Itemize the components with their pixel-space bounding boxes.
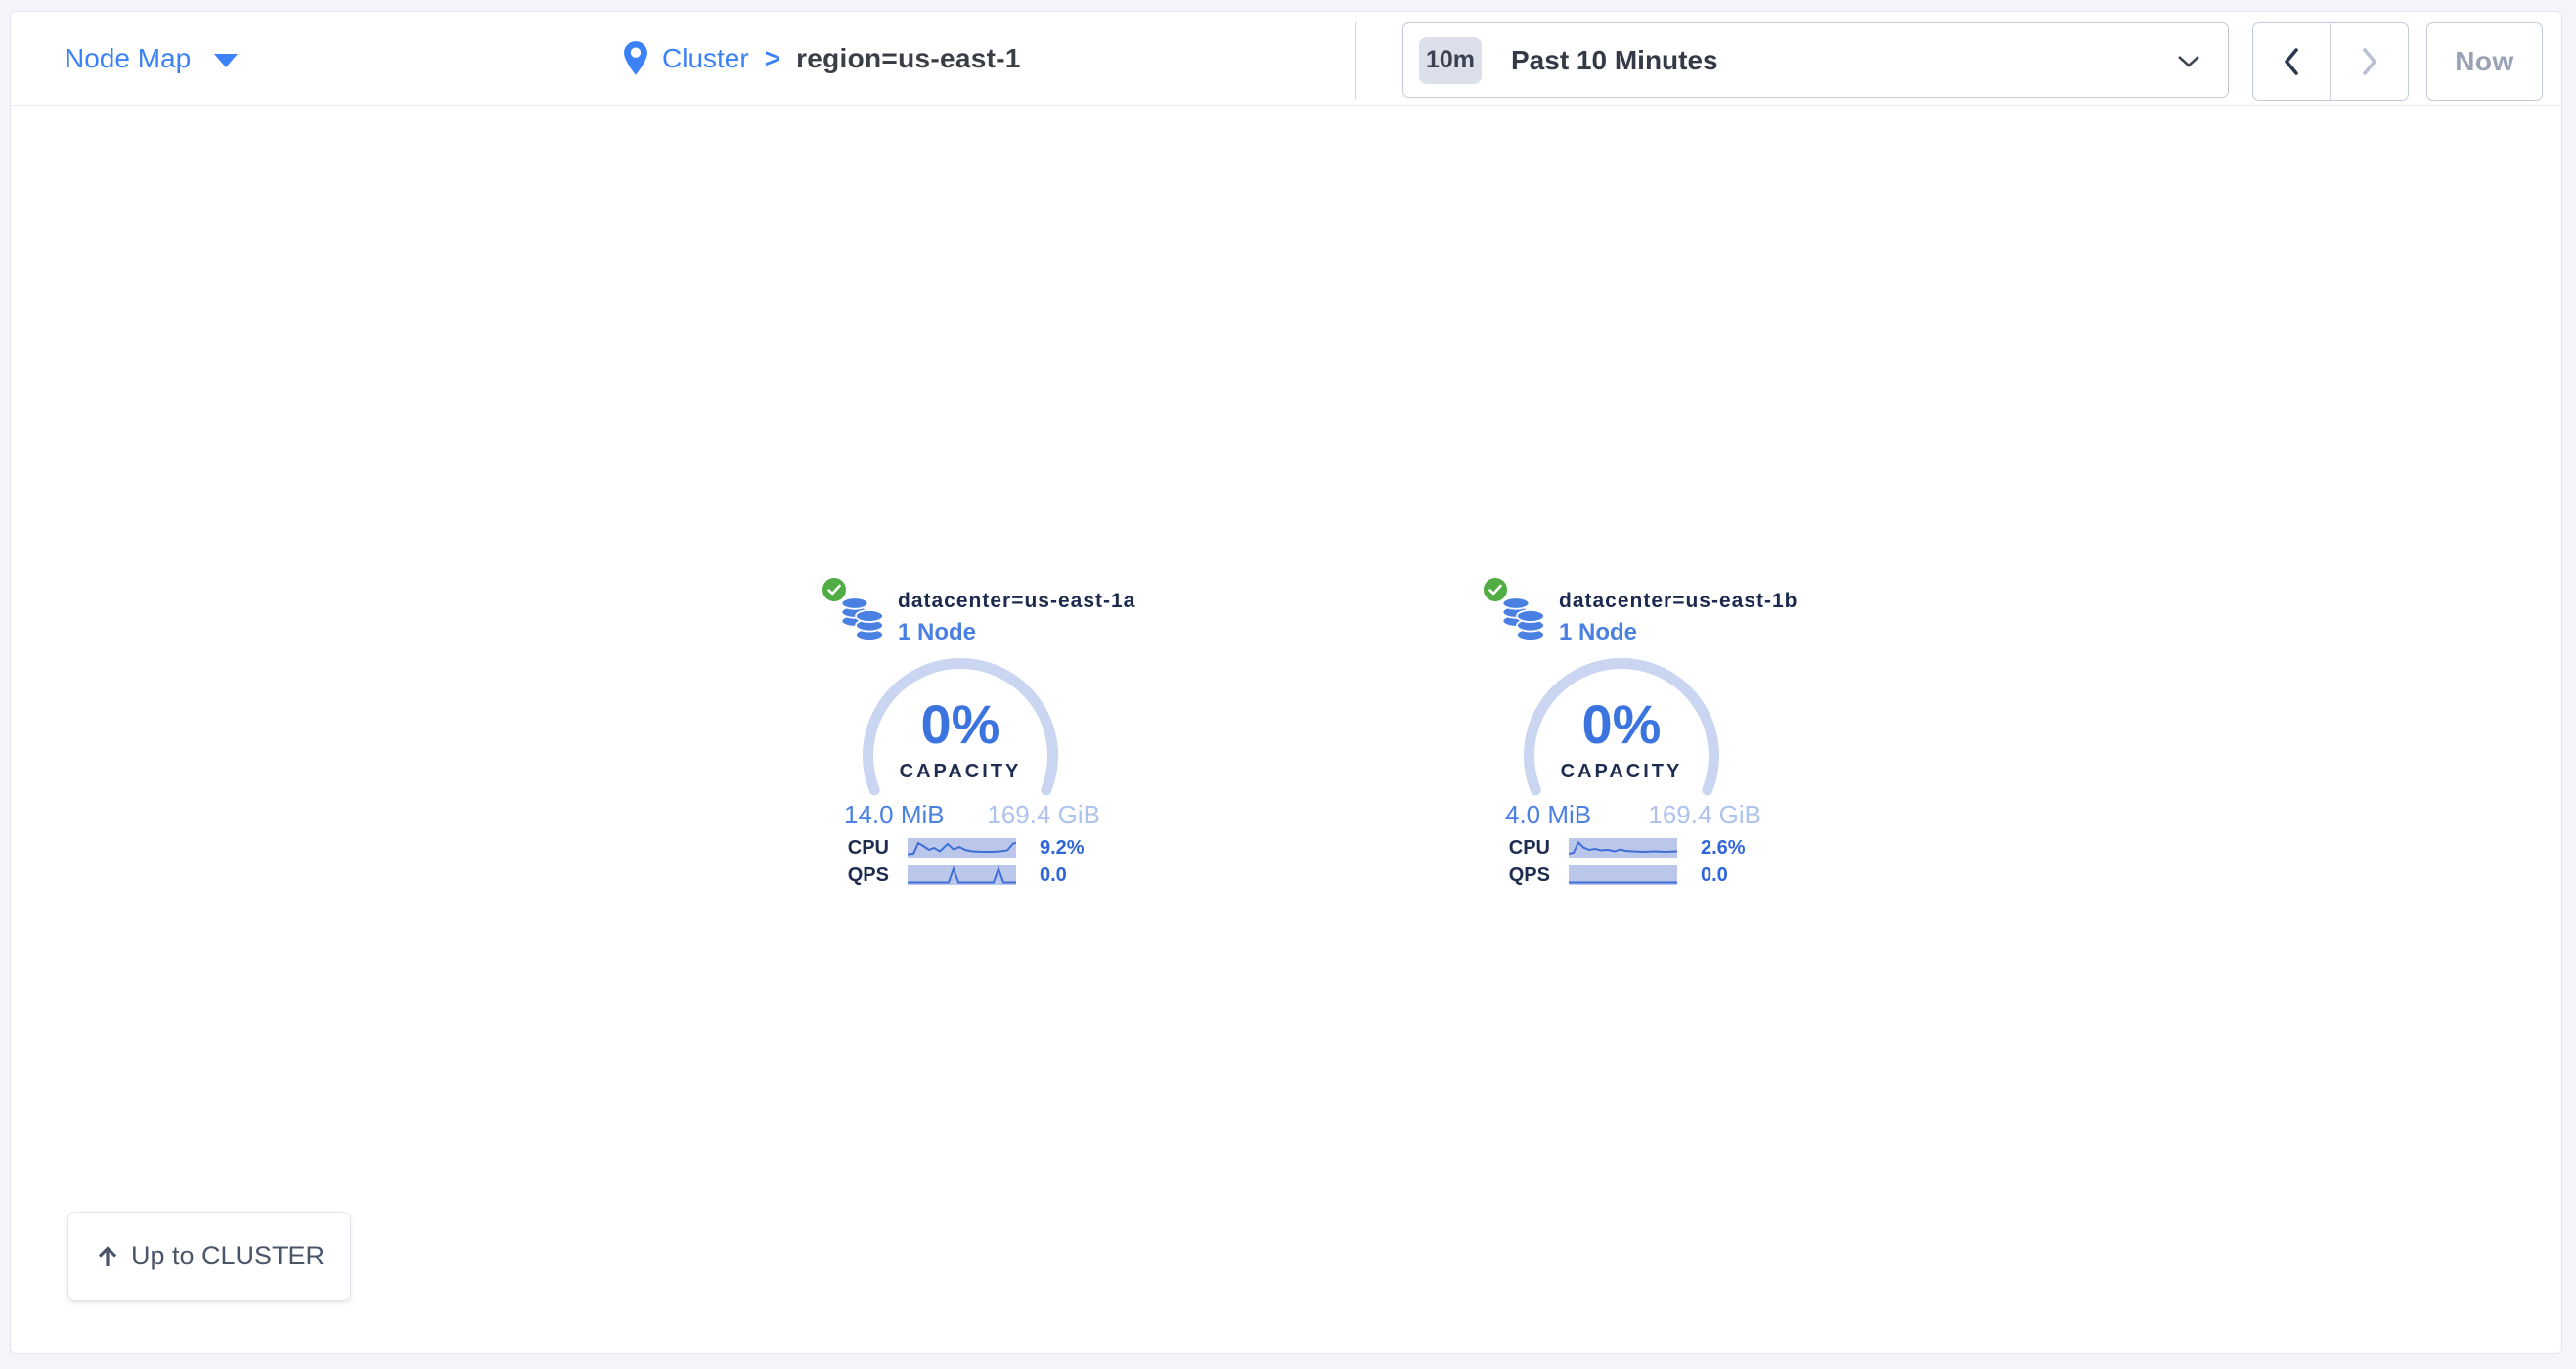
chevron-left-icon [2282,46,2301,77]
capacity-total: 169.4 GiB [987,801,1100,828]
time-range-label: Past 10 Minutes [1511,45,1718,76]
capacity-label: CAPACITY [1514,761,1729,783]
capacity-range: 14.0 MiB 169.4 GiB [844,801,1100,828]
time-prev-button[interactable] [2253,23,2331,100]
capacity-used: 4.0 MiB [1505,801,1591,828]
capacity-label: CAPACITY [853,761,1068,783]
qps-label: QPS [830,865,889,885]
time-range-badge: 10m [1419,37,1482,84]
chevron-down-icon [2177,55,2200,68]
up-to-cluster-label: Up to CLUSTER [131,1241,325,1271]
cpu-metric-row: CPU 2.6% [1474,838,1769,858]
datacenter-title: datacenter=us-east-1b [1559,590,1799,613]
map-header: Node Map Cluster > region=us-east-1 10m … [11,12,2561,106]
capacity-percent: 0% [1514,696,1729,753]
capacity-percent: 0% [853,696,1068,753]
breadcrumb-cluster-link[interactable]: Cluster [662,43,749,74]
database-stack-icon [839,594,886,644]
breadcrumb-current: region=us-east-1 [796,43,1021,74]
cpu-sparkline [1569,838,1677,858]
qps-metric-row: QPS 0.0 [1474,865,1769,885]
cpu-sparkline [908,838,1016,858]
datacenter-node-count: 1 Node [1559,619,1637,646]
node-map-panel: Node Map Cluster > region=us-east-1 10m … [10,11,2562,1354]
header-divider [1355,22,1356,99]
capacity-used: 14.0 MiB [844,801,945,828]
qps-value: 0.0 [1701,865,1728,885]
datacenter-title: datacenter=us-east-1a [898,590,1135,613]
view-selector-dropdown[interactable]: Node Map [65,12,238,106]
arrow-up-icon [94,1243,121,1270]
cpu-value: 2.6% [1701,838,1746,858]
location-pin-icon [623,41,648,76]
time-step-buttons [2252,22,2409,101]
capacity-range: 4.0 MiB 169.4 GiB [1505,801,1761,828]
cpu-label: CPU [1491,838,1550,858]
capacity-gauge-arc [1514,648,1729,863]
view-selector-label: Node Map [65,43,191,74]
cpu-label: CPU [830,838,889,858]
breadcrumb-separator: > [765,43,780,74]
now-button-label: Now [2455,46,2514,77]
caret-down-icon [214,54,238,67]
qps-metric-row: QPS 0.0 [813,865,1108,885]
now-button[interactable]: Now [2426,22,2543,101]
chevron-right-icon [2360,46,2379,77]
datacenter-card[interactable]: datacenter=us-east-1b 1 Node 0% CAPACITY… [1474,573,1769,888]
breadcrumb: Cluster > region=us-east-1 [623,12,1021,106]
qps-value: 0.0 [1040,865,1067,885]
qps-sparkline [908,865,1016,885]
qps-sparkline [1569,865,1677,885]
qps-label: QPS [1491,865,1550,885]
capacity-total: 169.4 GiB [1648,801,1761,828]
up-to-cluster-button[interactable]: Up to CLUSTER [67,1212,351,1301]
time-next-button[interactable] [2331,23,2408,100]
datacenter-node-count: 1 Node [898,619,976,646]
time-range-dropdown[interactable]: 10m Past 10 Minutes [1402,22,2229,98]
cpu-value: 9.2% [1040,838,1085,858]
datacenter-card[interactable]: datacenter=us-east-1a 1 Node 0% CAPACITY… [813,573,1108,888]
cpu-metric-row: CPU 9.2% [813,838,1108,858]
database-stack-icon [1500,594,1547,644]
capacity-gauge-arc [853,648,1068,863]
